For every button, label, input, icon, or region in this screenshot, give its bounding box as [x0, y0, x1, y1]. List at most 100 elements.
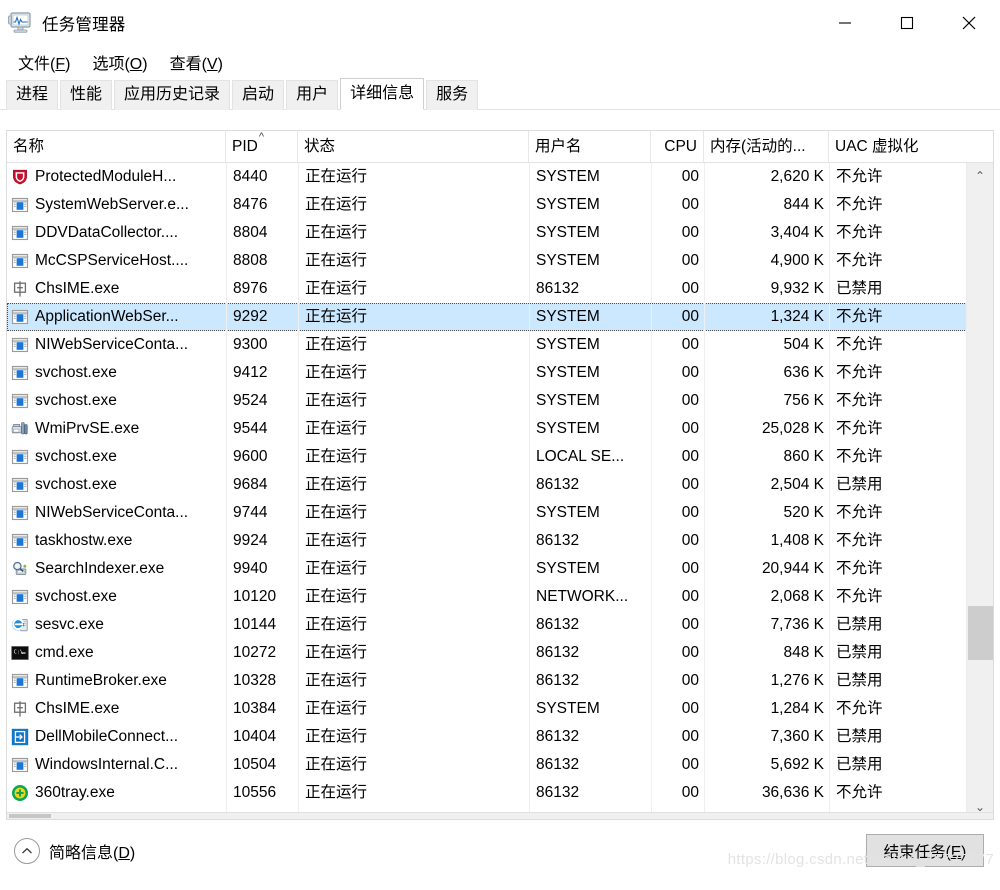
cell-name: sesvc.exe [8, 612, 227, 638]
tab-details[interactable]: 详细信息 [340, 78, 425, 110]
cell-state: 正在运行 [305, 392, 368, 409]
menu-bar: 文件(F) 选项(O) 查看(V) [0, 46, 1000, 78]
cell-uac: 已禁用 [836, 280, 883, 297]
menu-item-file[interactable]: 文件(F) [8, 48, 80, 76]
table-row[interactable]: McCSPServiceHost.... 8808 正在运行 SYSTEM 00 4,90… [7, 247, 993, 275]
cell-cpu: 00 [681, 476, 699, 493]
table-row[interactable]: taskhostw.exe 9924 正在运行 86132 00 1,408 K 不允许 [7, 527, 993, 555]
process-name: svchost.exe [35, 588, 117, 605]
cell-user: 86132 [536, 672, 580, 689]
ime-icon [11, 280, 29, 298]
cell-user: SYSTEM [536, 224, 600, 241]
table-row[interactable]: svchost.exe 9524 正在运行 SYSTEM 00 756 K 不允许 [7, 387, 993, 415]
tab-performance[interactable]: 性能 [60, 80, 113, 110]
column-header-cpu[interactable]: CPU [651, 131, 704, 162]
table-row[interactable]: SearchIndexer.exe 9940 正在运行 SYSTEM 00 20,944 … [7, 555, 993, 583]
fewer-details-text: 简略信息( [49, 845, 119, 862]
tab-app-history[interactable]: 应用历史记录 [114, 80, 231, 110]
close-button[interactable] [938, 0, 1000, 46]
column-header-pid[interactable]: ^ PID [226, 131, 298, 162]
cell-user: SYSTEM [536, 420, 600, 437]
cell-cpu: 00 [681, 196, 699, 213]
column-header-name[interactable]: 名称 [7, 131, 226, 162]
table-row[interactable]: WmiPrvSE.exe 9544 正在运行 SYSTEM 00 25,028 K 不允许 [7, 415, 993, 443]
cell-mem: 36,636 K [761, 784, 824, 801]
vertical-scrollbar[interactable]: ⌃ ⌄ [966, 163, 993, 819]
table-row[interactable]: WindowsInternal.C... 10504 正在运行 86132 00 5,69… [7, 751, 993, 779]
cell-cpu: 00 [681, 364, 699, 381]
table-row[interactable]: DDVDataCollector.... 8804 正在运行 SYSTEM 00 3,40… [7, 219, 993, 247]
process-name: svchost.exe [35, 476, 117, 493]
cell-user: 86132 [536, 616, 580, 633]
cell-mem: 9,932 K [770, 280, 824, 297]
column-header-user[interactable]: 用户名 [529, 131, 651, 162]
menu-item-view-text: 查看( [169, 56, 207, 73]
table-row[interactable]: C:\ cmd.exe 10272 正在运行 86132 00 848 K 已禁用 [7, 639, 993, 667]
table-row[interactable]: NIWebServiceConta... 9300 正在运行 SYSTEM 00 504 … [7, 331, 993, 359]
table-row[interactable]: svchost.exe 9684 正在运行 86132 00 2,504 K 已禁用 [7, 471, 993, 499]
tab-services[interactable]: 服务 [426, 80, 479, 110]
tab-processes-label: 进程 [16, 86, 49, 103]
cell-cpu: 00 [681, 420, 699, 437]
table-row[interactable]: 360tray.exe 10556 正在运行 86132 00 36,636 K 不允许 [7, 779, 993, 807]
tab-startup[interactable]: 启动 [232, 80, 285, 110]
cell-mem: 7,736 K [770, 616, 824, 633]
table-row[interactable]: RuntimeBroker.exe 10328 正在运行 86132 00 1,276 K… [7, 667, 993, 695]
generic-window-icon [11, 448, 29, 466]
table-row[interactable]: DellMobileConnect... 10404 正在运行 86132 00 7,36… [7, 723, 993, 751]
cell-uac: 不允许 [836, 420, 883, 437]
scroll-up-arrow-icon[interactable]: ⌃ [967, 163, 993, 189]
cell-cpu: 00 [681, 280, 699, 297]
tab-users[interactable]: 用户 [286, 80, 339, 110]
scrollbar-thumb[interactable] [968, 606, 993, 660]
cell-state: 正在运行 [305, 588, 368, 605]
maximize-button[interactable] [876, 0, 938, 46]
cell-name: SearchIndexer.exe [8, 556, 227, 582]
table-row[interactable]: svchost.exe 9412 正在运行 SYSTEM 00 636 K 不允许 [7, 359, 993, 387]
column-header-state[interactable]: 状态 [298, 131, 529, 162]
table-row[interactable]: ApplicationWebSer... 9292 正在运行 SYSTEM 00 1,32… [7, 303, 993, 331]
cell-mem: 2,068 K [770, 588, 824, 605]
table-row[interactable]: sesvc.exe 10144 正在运行 86132 00 7,736 K 已禁用 [7, 611, 993, 639]
generic-window-icon [11, 392, 29, 410]
cell-name: ProtectedModuleH... [8, 164, 227, 190]
chevron-up-circle-icon [14, 838, 40, 864]
cell-mem: 504 K [783, 336, 824, 353]
table-row[interactable]: ChsIME.exe 8976 正在运行 86132 00 9,932 K 已禁用 [7, 275, 993, 303]
cell-pid: 10404 [233, 728, 277, 745]
cell-mem: 844 K [783, 196, 824, 213]
tab-processes[interactable]: 进程 [6, 80, 59, 110]
menu-item-view[interactable]: 查看(V) [160, 48, 233, 76]
column-header-memory[interactable]: 内存(活动的... [704, 131, 829, 162]
menu-item-options[interactable]: 选项(O) [82, 48, 157, 76]
end-task-text: 结束任务( [883, 843, 951, 861]
table-row[interactable]: svchost.exe 10120 正在运行 NETWORK... 00 2,068 K 不… [7, 583, 993, 611]
cell-name: 360tray.exe [8, 780, 227, 806]
tab-services-label: 服务 [436, 86, 469, 103]
table-row[interactable]: SystemWebServer.e... 8476 正在运行 SYSTEM 00 844 … [7, 191, 993, 219]
fewer-details-button[interactable]: 简略信息(D) [14, 838, 135, 864]
cell-mem: 756 K [783, 392, 824, 409]
minimize-button[interactable] [814, 0, 876, 46]
process-name: 360tray.exe [35, 784, 115, 801]
cell-user: NETWORK... [536, 588, 629, 605]
table-row[interactable]: NIWebServiceConta... 9744 正在运行 SYSTEM 00 520 … [7, 499, 993, 527]
column-header-uac[interactable]: UAC 虚拟化 [829, 131, 969, 162]
table-row[interactable]: ChsIME.exe 10384 正在运行 SYSTEM 00 1,284 K 不允许 [7, 695, 993, 723]
cell-pid: 10120 [233, 588, 277, 605]
end-task-button[interactable]: 结束任务(E) [866, 834, 984, 867]
cell-name: svchost.exe [8, 360, 227, 386]
horizontal-scrollbar-thumb[interactable] [9, 814, 51, 818]
horizontal-scrollbar[interactable] [7, 812, 993, 819]
table-body[interactable]: ProtectedModuleH... 8440 正在运行 SYSTEM 00 2,620… [7, 163, 993, 819]
table-row[interactable]: ProtectedModuleH... 8440 正在运行 SYSTEM 00 2,620… [7, 163, 993, 191]
process-table: 名称 ^ PID 状态 用户名 CPU 内存(活动的... UAC 虚拟化 Pro… [6, 130, 994, 820]
cell-user: SYSTEM [536, 168, 600, 185]
cell-pid: 10328 [233, 672, 277, 689]
menu-item-options-text: 选项( [92, 56, 130, 73]
table-row[interactable]: svchost.exe 9600 正在运行 LOCAL SE... 00 860 K 不允许 [7, 443, 993, 471]
cell-pid: 8808 [233, 252, 268, 269]
process-name: ProtectedModuleH... [35, 168, 177, 185]
cell-name: NIWebServiceConta... [8, 500, 227, 526]
cell-mem: 7,360 K [770, 728, 824, 745]
